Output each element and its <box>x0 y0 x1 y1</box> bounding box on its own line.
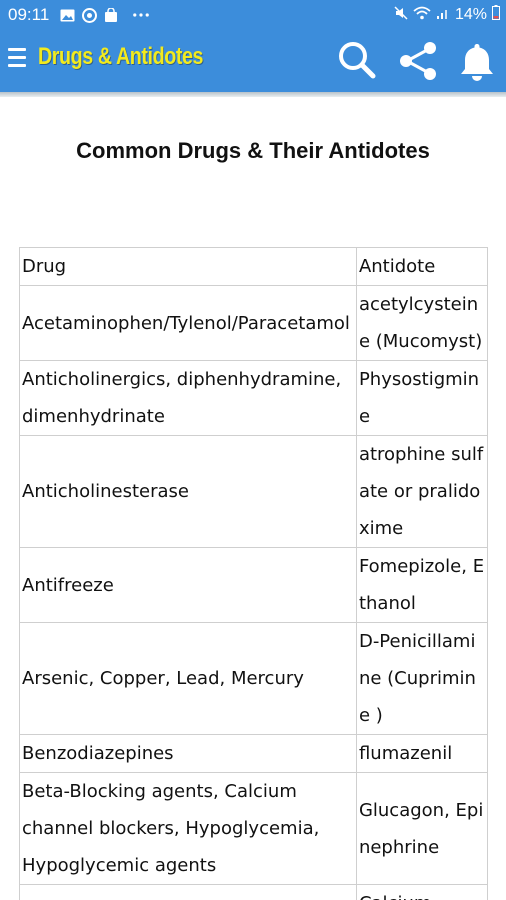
status-bar: 09:11 14% <box>0 0 506 30</box>
antidote-cell: Fomepizole, Ethanol <box>355 547 489 623</box>
table-row: Anticholinergics, diphenhydramine, dimen… <box>19 360 489 436</box>
signal-icon <box>436 6 450 25</box>
drug-cell: Acetaminophen/Tylenol/Paracetamol <box>19 285 357 361</box>
app-bar: Drugs & Antidotes <box>0 30 506 92</box>
bag-icon <box>103 8 119 22</box>
system-icons: 14% <box>394 0 500 30</box>
more-dots-icon <box>133 8 150 22</box>
page-heading: Common Drugs & Their Antidotes <box>76 138 430 163</box>
antidote-cell: Physostigmine <box>355 360 489 436</box>
battery-percent: 14% <box>454 6 487 23</box>
drug-cell: Arsenic, Copper, Lead, Mercury <box>19 622 357 735</box>
notification-icons <box>59 7 150 23</box>
antidote-cell: flumazenil <box>355 734 489 773</box>
antidote-cell: acetylcysteine (Mucomyst) <box>355 285 489 361</box>
antidote-cell: atrophine sulfate or pralidoxime <box>355 435 489 548</box>
drug-cell: Antifreeze <box>19 547 357 623</box>
battery-icon <box>492 5 500 25</box>
share-icon[interactable] <box>395 38 441 84</box>
silent-icon <box>394 5 408 25</box>
status-time: 09:11 <box>8 5 50 24</box>
table-row: Beta-Blocking agents, Calcium channel bl… <box>19 772 489 885</box>
header-antidote: Antidote <box>355 247 489 286</box>
header-drug: Drug <box>19 247 357 286</box>
app-title: Drugs & Antidotes <box>38 43 204 70</box>
drug-cell <box>19 884 357 900</box>
antidote-cell: Glucagon, Epinephrine <box>355 772 489 885</box>
antidote-cell: D-Penicillamine (Cuprimine ) <box>355 622 489 735</box>
table-row: Antifreeze Fomepizole, Ethanol <box>19 547 489 623</box>
search-icon[interactable] <box>334 38 380 84</box>
table-row: Benzodiazepines flumazenil <box>19 734 489 773</box>
drugs-table: Drug Antidote Acetaminophen/Tylenol/Para… <box>19 247 489 900</box>
drug-cell: Anticholinesterase <box>19 435 357 548</box>
sync-icon <box>81 7 97 23</box>
table-row: Anticholinesterase atrophine sulfate or … <box>19 435 489 548</box>
image-icon <box>59 8 75 22</box>
drug-cell: Beta-Blocking agents, Calcium channel bl… <box>19 772 357 885</box>
table-row: Calcium <box>19 884 489 900</box>
bell-icon[interactable] <box>454 38 500 84</box>
wifi-icon <box>413 6 431 25</box>
table-row: Acetaminophen/Tylenol/Paracetamol acetyl… <box>19 285 489 361</box>
antidote-cell: Calcium <box>355 884 489 900</box>
table-row: Arsenic, Copper, Lead, Mercury D-Penicil… <box>19 622 489 735</box>
table-header-row: Drug Antidote <box>19 247 489 286</box>
drug-cell: Benzodiazepines <box>19 734 357 773</box>
content-area[interactable]: Common Drugs & Their Antidotes Drug Anti… <box>0 97 506 900</box>
drug-cell: Anticholinergics, diphenhydramine, dimen… <box>19 360 357 436</box>
menu-icon[interactable] <box>8 48 28 72</box>
